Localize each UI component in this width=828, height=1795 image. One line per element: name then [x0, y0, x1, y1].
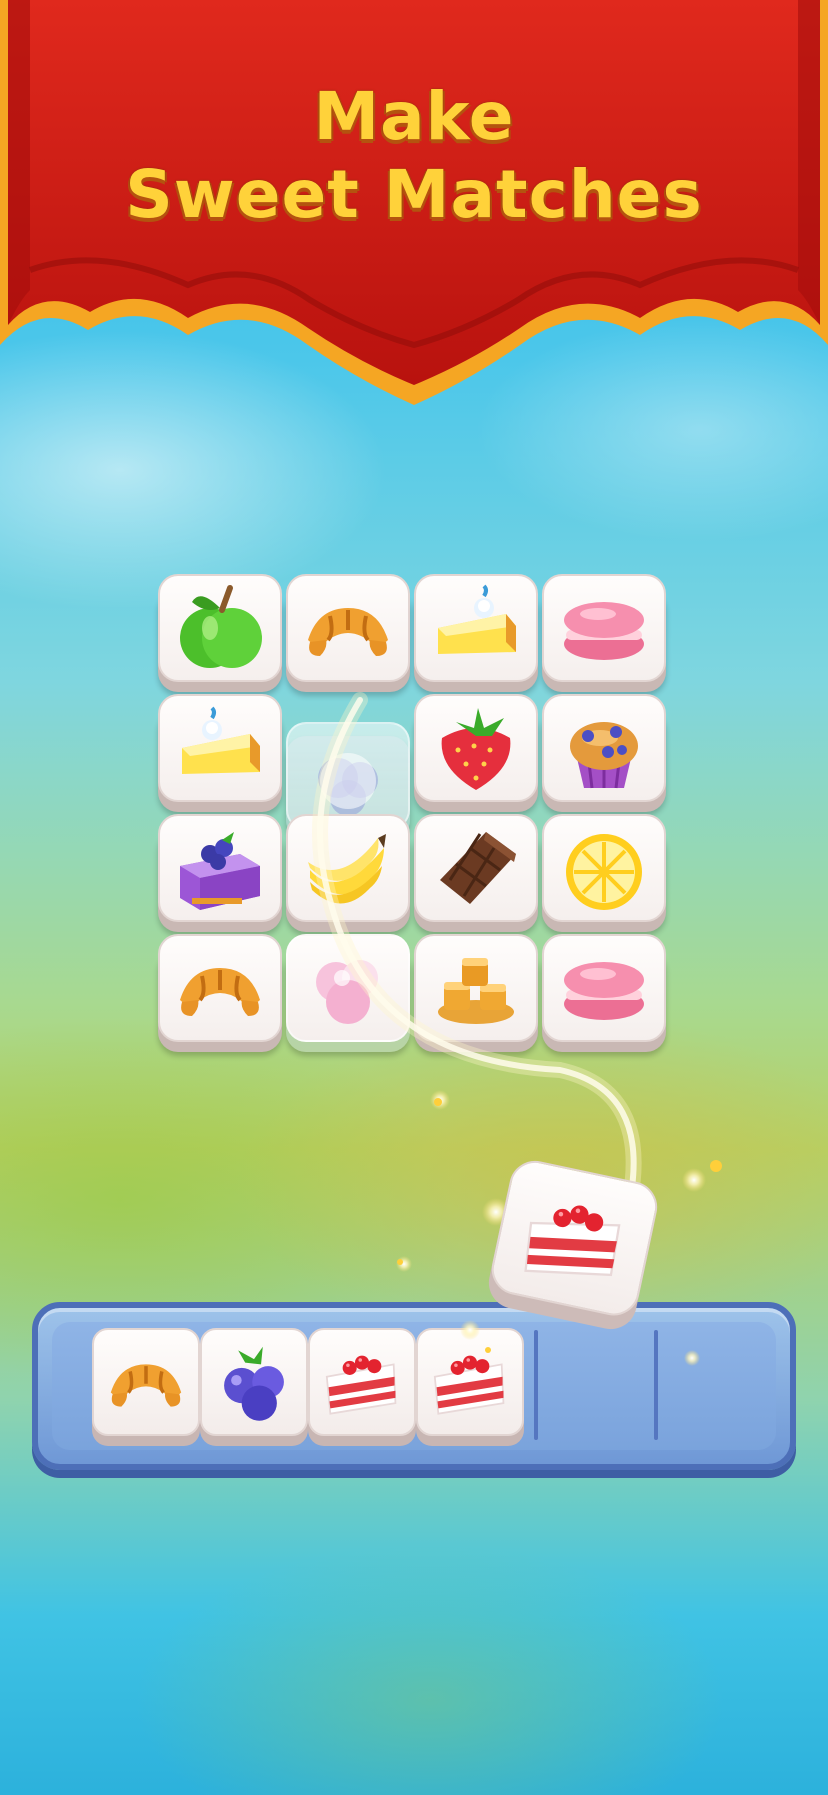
- caramel-icon: [438, 958, 514, 1024]
- tile-chocolate[interactable]: [414, 814, 538, 932]
- marshmallow-icon: [316, 960, 378, 1024]
- croissant-icon: [110, 1364, 182, 1407]
- blueberries-icon: [224, 1346, 284, 1421]
- strawberry-cake-icon: [524, 1205, 621, 1277]
- tile-croissant[interactable]: [286, 574, 410, 692]
- apple-icon: [180, 585, 262, 668]
- macaron-icon: [564, 602, 644, 660]
- blueberry-icon: [318, 753, 378, 816]
- tile-strawberry[interactable]: [414, 694, 538, 812]
- tile-cupcake[interactable]: [542, 694, 666, 812]
- tray-slot-croissant[interactable]: [92, 1328, 200, 1446]
- tile-banana[interactable]: [286, 814, 410, 932]
- croissant-icon: [308, 608, 388, 656]
- banana-icon: [308, 834, 386, 904]
- chocolate-icon: [440, 832, 516, 904]
- tile-tray: [32, 1302, 796, 1470]
- cupcake-icon: [570, 722, 638, 789]
- strawberry-icon: [441, 708, 511, 790]
- title-line-1: Make: [313, 78, 515, 155]
- tile-lemon[interactable]: [542, 814, 666, 932]
- tile-marshmallow[interactable]: [286, 934, 410, 1052]
- tray-divider: [534, 1330, 538, 1440]
- tile-apple[interactable]: [158, 574, 282, 692]
- tile-macaron[interactable]: [542, 934, 666, 1052]
- berry-cake-icon: [180, 832, 260, 910]
- tile-caramel[interactable]: [414, 934, 538, 1052]
- lemon-icon: [566, 834, 642, 910]
- macaron-icon: [564, 962, 644, 1020]
- tile-board: [158, 574, 668, 1094]
- tray-slot-blueberries[interactable]: [200, 1328, 308, 1446]
- tile-cake-slice[interactable]: [158, 694, 282, 812]
- cake-slice-icon: [438, 584, 516, 654]
- tile-berry-cake[interactable]: [158, 814, 282, 932]
- tile-macaron[interactable]: [542, 574, 666, 692]
- croissant-icon: [180, 968, 260, 1016]
- tray-slot-strawberry-cake[interactable]: [416, 1328, 524, 1446]
- flying-tile-strawberry-cake: [484, 1156, 662, 1334]
- strawberry-cake-icon: [433, 1355, 505, 1415]
- tile-croissant[interactable]: [158, 934, 282, 1052]
- tile-cake-slice[interactable]: [414, 574, 538, 692]
- title-line-2: Sweet Matches: [125, 156, 703, 233]
- page-title: Make Sweet Matches: [0, 78, 828, 234]
- tray-divider: [654, 1330, 658, 1440]
- tray-slot-strawberry-cake[interactable]: [308, 1328, 416, 1446]
- strawberry-cake-icon: [325, 1355, 397, 1415]
- cake-slice-icon: [182, 706, 260, 774]
